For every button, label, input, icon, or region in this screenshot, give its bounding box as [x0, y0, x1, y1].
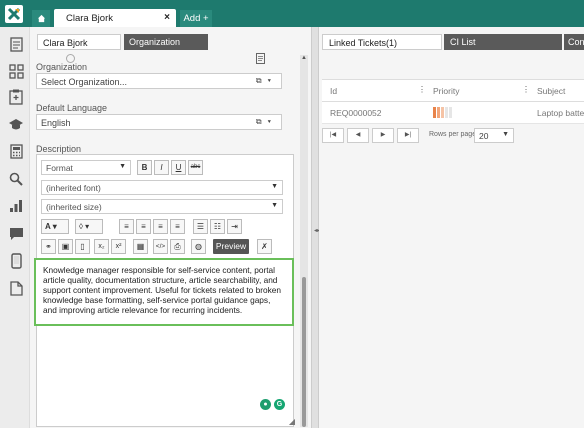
left-nav: [0, 27, 30, 428]
organization-label: Organization: [36, 62, 88, 72]
search-icon[interactable]: [8, 171, 24, 187]
field-actions[interactable]: ⧉▾: [256, 117, 277, 127]
size-select[interactable]: (inherited size) ▼: [41, 199, 283, 214]
preview-button[interactable]: Preview: [213, 239, 249, 254]
chevron-down-icon: ▼: [502, 131, 509, 138]
numbered-list-icon[interactable]: ☷: [210, 219, 225, 234]
format-value: Format: [46, 163, 73, 173]
font-value: (inherited font): [46, 183, 101, 193]
chevron-down-icon: ▼: [271, 183, 278, 190]
align-left-icon[interactable]: ≡: [119, 219, 134, 234]
font-color-button[interactable]: A ▾: [41, 219, 69, 234]
last-page-icon[interactable]: ▶|: [397, 128, 419, 143]
bar-chart-icon[interactable]: [8, 198, 24, 214]
align-justify-icon[interactable]: ≡: [170, 219, 185, 234]
home-tab[interactable]: [32, 10, 50, 27]
prev-page-icon[interactable]: ◀: [347, 128, 369, 143]
rows-per-page-value: 20: [479, 131, 489, 141]
image-icon[interactable]: ▣: [58, 239, 73, 254]
chat-icon[interactable]: [8, 226, 24, 242]
bold-button[interactable]: B: [137, 160, 152, 175]
language-value: English: [41, 118, 71, 128]
first-page-icon[interactable]: |◀: [322, 128, 344, 143]
format-select[interactable]: Format ▼: [41, 160, 131, 175]
chevron-down-icon: ▼: [271, 202, 278, 209]
field-actions[interactable]: ⧉▾: [256, 76, 277, 86]
app-logo[interactable]: [0, 0, 28, 27]
column-menu-icon[interactable]: ⋮: [418, 85, 426, 94]
indent-icon[interactable]: ⇥: [227, 219, 242, 234]
x-logo-icon: [7, 7, 21, 20]
column-header-subject[interactable]: Subject: [537, 86, 565, 96]
ticket-id[interactable]: REQ0000052: [330, 108, 382, 118]
linked-tickets-grid: Id ⋮ Priority ⋮ Subject REQ0000052 Lapto…: [322, 79, 584, 124]
subtab-organization[interactable]: Organization: [124, 34, 208, 50]
column-menu-icon[interactable]: ⋮: [522, 85, 530, 94]
scroll-thumb[interactable]: [302, 277, 306, 427]
scroll-up-icon[interactable]: ▲: [300, 55, 308, 63]
code-icon[interactable]: </>: [153, 239, 168, 254]
tab-ci-list[interactable]: CI List: [444, 34, 562, 50]
default-language-label: Default Language: [36, 103, 108, 113]
document-icon[interactable]: [256, 53, 265, 66]
close-icon[interactable]: ×: [164, 12, 170, 23]
bullet-list-icon[interactable]: ☰: [193, 219, 208, 234]
fill-color-button[interactable]: ◊ ▾: [75, 219, 103, 234]
tab-label: Clara Bjork: [66, 13, 113, 24]
file-insert-icon[interactable]: ▯: [75, 239, 90, 254]
tab-clara-bjork[interactable]: Clara Bjork ×: [54, 9, 176, 27]
clear-format-icon[interactable]: ✗: [257, 239, 272, 254]
file-icon[interactable]: [8, 280, 24, 296]
grammarly-icon[interactable]: G: [274, 399, 285, 410]
rows-per-page-select[interactable]: 20 ▼: [474, 128, 514, 143]
default-language-select[interactable]: English ⧉▾: [36, 114, 282, 130]
italic-button[interactable]: I: [154, 160, 169, 175]
graduation-cap-icon[interactable]: [8, 116, 24, 132]
priority-indicator: [433, 107, 452, 118]
chevron-down-icon: ▼: [119, 163, 126, 170]
align-center-icon[interactable]: ≡: [136, 219, 151, 234]
column-header-priority[interactable]: Priority: [433, 86, 459, 96]
panel-splitter[interactable]: ◂▸: [311, 27, 320, 428]
globe-icon[interactable]: ◍: [191, 239, 206, 254]
mobile-icon[interactable]: [8, 253, 24, 269]
size-value: (inherited size): [46, 202, 102, 212]
home-icon: [37, 14, 45, 23]
description-label: Description: [36, 144, 82, 154]
organization-select[interactable]: Select Organization... ⧉▾: [36, 73, 282, 89]
lightbulb-icon[interactable]: ●: [260, 399, 271, 410]
calculator-icon[interactable]: [8, 143, 24, 159]
form-panel: Clara Bjork Organization Organization Se…: [30, 27, 311, 428]
table-icon[interactable]: ▦: [133, 239, 148, 254]
grid-icon[interactable]: [8, 63, 24, 79]
grid-pager: |◀ ◀ ▶ ▶| Rows per page: 20 ▼: [322, 125, 584, 147]
grid-header: Id ⋮ Priority ⋮ Subject: [322, 80, 584, 102]
superscript-icon[interactable]: x²: [111, 239, 126, 254]
next-page-icon[interactable]: ▶: [372, 128, 394, 143]
underline-button[interactable]: U: [171, 160, 186, 175]
font-select[interactable]: (inherited font) ▼: [41, 180, 283, 195]
organization-value: Select Organization...: [41, 77, 128, 87]
column-header-id[interactable]: Id: [330, 86, 337, 96]
ticket-subject: Laptop batter: [537, 108, 584, 118]
resize-grip-icon[interactable]: ◢: [289, 417, 295, 426]
link-icon[interactable]: ⚭: [41, 239, 56, 254]
tab-linked-tickets[interactable]: Linked Tickets(1): [322, 34, 442, 50]
rows-per-page-label: Rows per page:: [429, 131, 479, 138]
add-tab-button[interactable]: Add +: [180, 10, 212, 27]
form-scrollbar[interactable]: ▲: [300, 55, 308, 427]
document-icon[interactable]: [8, 36, 24, 52]
strikethrough-button[interactable]: abc: [188, 160, 203, 175]
subscript-icon[interactable]: x₂: [94, 239, 109, 254]
top-bar: Clara Bjork × Add +: [0, 0, 584, 27]
table-row[interactable]: REQ0000052 Laptop batter: [322, 102, 584, 124]
subtab-contact[interactable]: Clara Bjork: [37, 34, 121, 50]
tab-contacts[interactable]: Cont: [564, 34, 584, 50]
clipboard-icon[interactable]: [8, 89, 24, 105]
description-content[interactable]: Knowledge manager responsible for self-s…: [34, 258, 294, 326]
print-icon[interactable]: ⎙: [170, 239, 185, 254]
grammarly-widget[interactable]: ● G: [260, 399, 285, 410]
align-right-icon[interactable]: ≡: [153, 219, 168, 234]
right-panel: Linked Tickets(1) CI List Cont Id ⋮ Prio…: [319, 27, 584, 428]
